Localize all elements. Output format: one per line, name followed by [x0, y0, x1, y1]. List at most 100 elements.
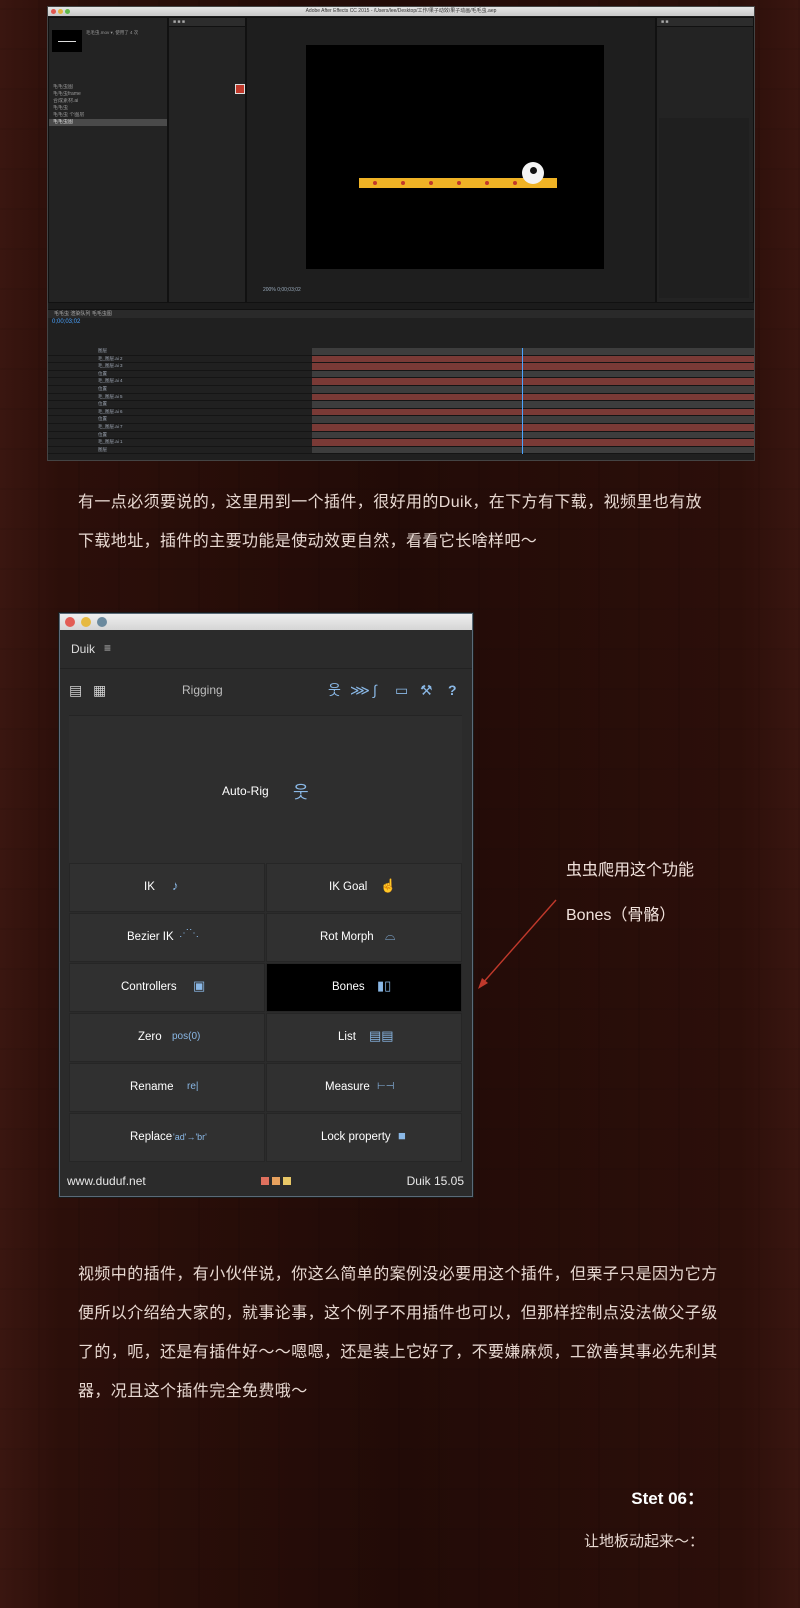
ae-timeline-tab[interactable]: 渲染队列 [70, 311, 90, 317]
notes-icon[interactable]: ▤ [69, 681, 82, 699]
rot-morph-icon: ⌓ [385, 928, 396, 943]
lock-property-button[interactable]: Lock property ■ [266, 1113, 462, 1162]
body-paragraph: 视频中的插件，有小伙伴说，你这么简单的案例没必要用这个插件，但栗子只是因为它方便… [78, 1266, 718, 1400]
settings-wrench-icon[interactable]: ⚒ [420, 681, 433, 699]
ae-timeline-timecode[interactable]: 0;00;03;02 [52, 319, 80, 325]
ae-project-info: 毛毛虫.mov ▾, 使用了 4 次 [86, 30, 139, 35]
duik-window-titlebar [60, 614, 472, 630]
ae-zoom-readout[interactable]: 200% 0;00;03;02 [263, 287, 301, 293]
bones-icon: ▮▯ [377, 978, 392, 993]
callout-line-2: Bones（骨骼） [566, 907, 676, 924]
ae-layer-row[interactable]: 位置 [48, 416, 312, 424]
calculator-icon[interactable]: ▦ [93, 681, 106, 699]
controllers-button[interactable]: Controllers ▣ [69, 963, 265, 1012]
close-button[interactable] [65, 617, 75, 627]
list-label: List [338, 1031, 356, 1043]
ae-project-item[interactable]: 合成素材.ai [49, 98, 167, 105]
ae-project-item[interactable]: 毛毛虫 [49, 105, 167, 112]
ae-layer-row[interactable]: 毛_图层.ai 7 [48, 424, 312, 432]
ae-current-time-indicator[interactable] [522, 348, 523, 454]
ae-layer-row[interactable]: 位置 [48, 386, 312, 394]
ae-timeline-tab[interactable]: 毛毛虫 [54, 311, 69, 317]
lock-icon: ■ [398, 1128, 406, 1143]
step-heading: Stet 06： [631, 1489, 704, 1508]
duik-name: Duik [71, 642, 96, 656]
ae-layer-row[interactable]: 毛_图层.ai 2 [48, 356, 312, 364]
replace-button[interactable]: Replace 'ad'→'br' [69, 1113, 265, 1162]
measure-label: Measure [325, 1081, 370, 1093]
ae-layer-list: 图层 毛_图层.ai 2 毛_图层.ai 3 位置 毛_图层.ai 4 位置 毛… [48, 348, 312, 455]
bezier-ik-icon: ⋰⋱ [179, 928, 199, 939]
ae-layer-row[interactable]: 位置 [48, 401, 312, 409]
list-button[interactable]: List ▤▤ [266, 1013, 462, 1062]
zero-icon: pos(0) [172, 1031, 201, 1042]
ae-layer-row[interactable]: 毛_图层.ai 4 [48, 378, 312, 386]
ae-layer-row[interactable]: 位置 [48, 371, 312, 379]
rigging-icon[interactable]: 웃 [328, 681, 341, 699]
duik-header: Duik ≡ [60, 630, 472, 669]
callout-line-1: 虫虫爬用这个功能 [566, 862, 695, 879]
rot-morph-button[interactable]: Rot Morph ⌓ [266, 913, 462, 962]
ik-goal-icon: ☝ [380, 878, 397, 893]
bezier-ik-button[interactable]: Bezier IK ⋰⋱ [69, 913, 265, 962]
ae-project-item[interactable]: 毛毛虫frame [49, 91, 167, 98]
bones-label: Bones [332, 981, 365, 993]
measure-button[interactable]: Measure ⊢⊣ [266, 1063, 462, 1112]
rot-morph-label: Rot Morph [320, 931, 374, 943]
help-icon[interactable]: ? [448, 681, 457, 699]
stick-figure-icon: 웃 [293, 783, 309, 802]
camera-icon[interactable]: ▭ [395, 681, 408, 699]
ae-timeline-tracks[interactable] [312, 348, 754, 455]
ae-project-item[interactable]: 毛毛虫 个图层 [49, 112, 167, 119]
duik-panel: Duik ≡ ▤ ▦ Rigging 웃 ⋙ ∫ ▭ ⚒ ? Auto-Rig … [59, 613, 473, 1197]
color-swatch-yellow [283, 1177, 291, 1185]
ik-button[interactable]: IK ♪ [69, 863, 265, 912]
duik-button-grid: IK ♪ IK Goal ☝ Bezier IK ⋰⋱ Rot Morph ⌓ … [69, 863, 462, 1162]
auto-rig-button[interactable]: Auto-Rig 웃 [69, 715, 462, 864]
ae-project-panel: 毛毛虫.mov ▾, 使用了 4 次 毛毛虫图 毛毛虫frame 合成素材.ai… [48, 17, 168, 303]
ae-layer-row[interactable]: 位置 [48, 432, 312, 440]
intro-paragraph: 有一点必须要说的，这里用到一个插件，很好用的Duik，在下方有下载，视频里也有放… [78, 494, 703, 550]
minimize-button[interactable] [81, 617, 91, 627]
measure-icon: ⊢⊣ [377, 1081, 395, 1092]
interpolation-icon[interactable]: ∫ [373, 681, 377, 699]
zero-button[interactable]: Zero pos(0) [69, 1013, 265, 1062]
ae-project-item[interactable]: 毛毛虫图 [49, 84, 167, 91]
ae-project-thumbnail [52, 30, 82, 52]
duik-toolbar: ▤ ▦ Rigging 웃 ⋙ ∫ ▭ ⚒ ? [60, 669, 472, 713]
ae-color-swatch[interactable] [235, 84, 245, 94]
callout-arrow-icon [478, 899, 557, 989]
duik-footer-url[interactable]: www.duduf.net [67, 1174, 146, 1188]
controllers-label: Controllers [121, 981, 177, 993]
rename-icon: re| [187, 1081, 199, 1092]
list-icon: ▤▤ [369, 1028, 394, 1043]
ik-icon: ♪ [172, 878, 179, 893]
ae-timeline-tab[interactable]: 毛毛虫图 [92, 311, 112, 317]
bones-button[interactable]: Bones ▮▯ [266, 963, 462, 1012]
ae-window-title: Adobe After Effects CC 2015 - /Users/lee… [48, 7, 754, 16]
replace-icon: 'ad'→'br' [173, 1132, 207, 1142]
section-title: Rigging [182, 683, 223, 697]
duik-footer: www.duduf.net Duik 15.05 [60, 1166, 472, 1196]
ae-layer-row[interactable]: 毛_图层.ai 6 [48, 409, 312, 417]
ae-project-item-selected[interactable]: 毛毛虫图 [49, 119, 167, 126]
hamburger-menu-icon[interactable]: ≡ [104, 641, 111, 655]
ik-goal-button[interactable]: IK Goal ☝ [266, 863, 462, 912]
automation-icon[interactable]: ⋙ [350, 681, 370, 699]
zero-label: Zero [138, 1031, 162, 1043]
duik-footer-version: Duik 15.05 [406, 1174, 464, 1188]
rename-button[interactable]: Rename re| [69, 1063, 265, 1112]
ik-goal-label: IK Goal [329, 881, 368, 893]
ae-layer-row[interactable]: 图层 [48, 348, 312, 356]
ik-label: IK [144, 881, 155, 893]
lock-property-label: Lock property [321, 1131, 391, 1143]
ae-comp-canvas[interactable] [306, 45, 604, 269]
zoom-button[interactable] [97, 617, 107, 627]
ae-layer-row[interactable]: 毛_图层.ai 3 [48, 363, 312, 371]
caterpillar-head [522, 162, 544, 184]
auto-rig-label: Auto-Rig [222, 784, 269, 798]
step-subtitle: 让地板动起来～： [583, 1533, 704, 1550]
ae-layer-row[interactable]: 图层 [48, 447, 312, 455]
ae-layer-row[interactable]: 毛_图层.ai 1 [48, 439, 312, 447]
ae-layer-row[interactable]: 毛_图层.ai 5 [48, 394, 312, 402]
